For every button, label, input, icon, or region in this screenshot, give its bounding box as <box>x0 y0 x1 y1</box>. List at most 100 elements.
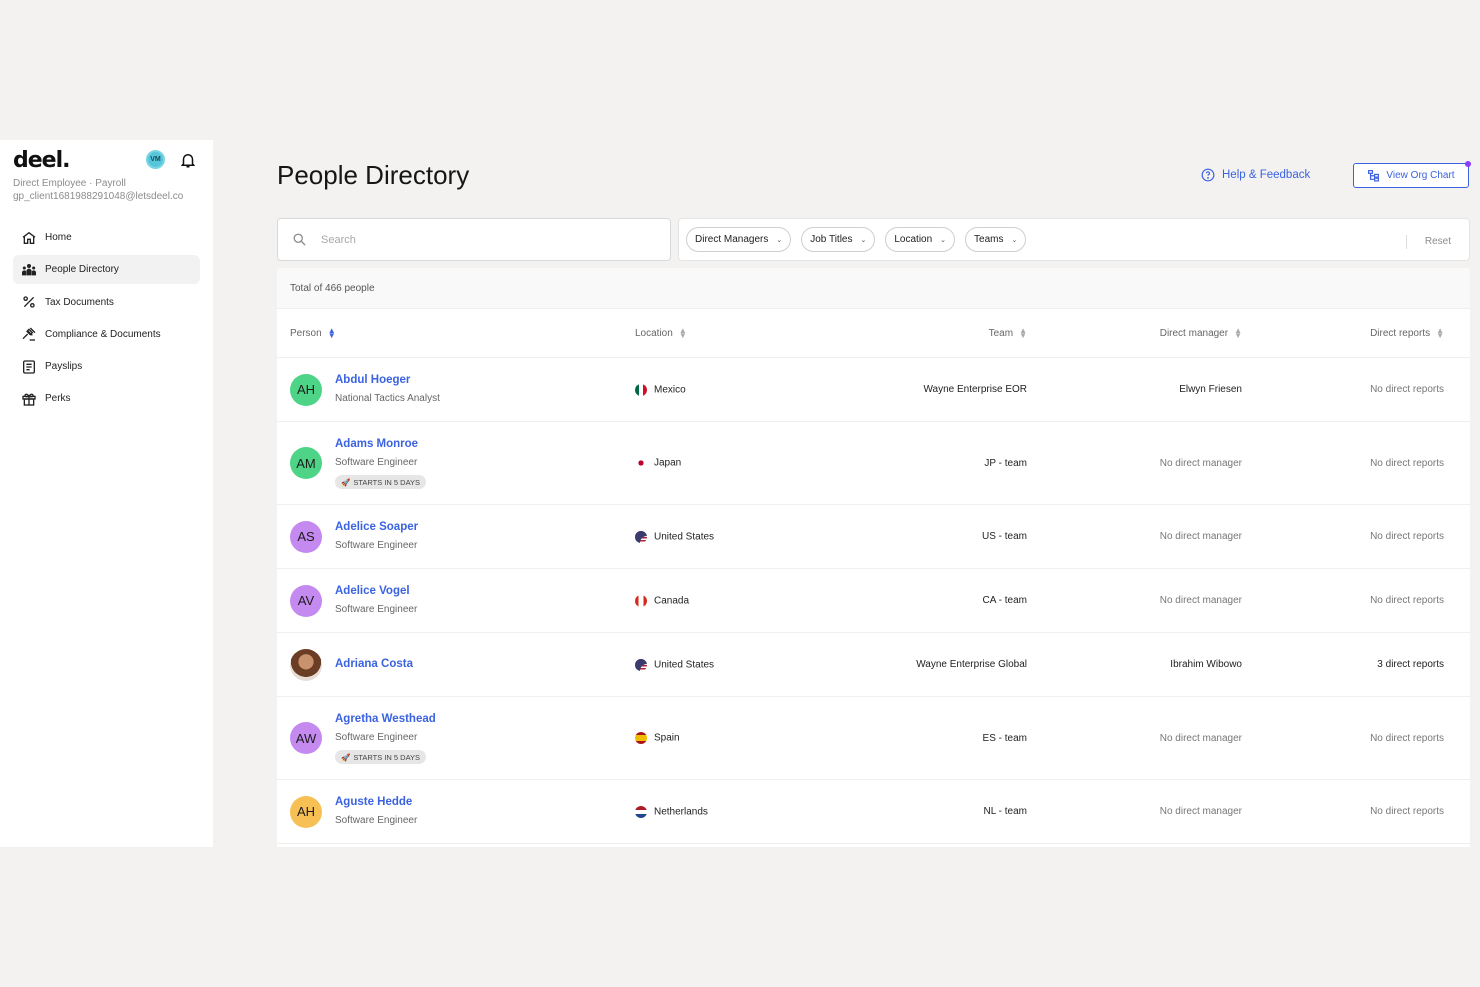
help-feedback-label: Help & Feedback <box>1222 169 1311 181</box>
sort-icon: ▲ ▼ <box>678 325 687 340</box>
header-reports[interactable]: Direct reports ▲ ▼ <box>1242 326 1457 339</box>
total-count: Total of 466 people <box>277 268 1470 308</box>
sort-icon: ▲ ▼ <box>1234 325 1242 340</box>
gavel-icon <box>22 327 36 342</box>
person-name[interactable]: Abdul Hoeger <box>335 373 440 388</box>
location-cell: United States <box>635 658 882 671</box>
avatar[interactable]: AM <box>290 447 322 479</box>
sidebar-item-label: Perks <box>45 393 71 405</box>
sidebar-item-people-directory[interactable]: People Directory <box>13 255 200 285</box>
avatar[interactable]: AH <box>290 373 322 406</box>
notification-dot <box>1465 161 1471 167</box>
table-row[interactable]: AW Agretha Westhead Software Engineer 🚀 S… <box>277 697 1470 780</box>
gift-icon <box>22 393 36 406</box>
person-cell: AH Abdul Hoeger National Tactics Analyst <box>277 373 635 406</box>
location-cell: Canada <box>635 594 882 607</box>
sort-icon: ▲ ▼ <box>1019 325 1027 340</box>
person-name[interactable]: Adams Monroe <box>335 437 426 452</box>
person-cell: AS Adelice Soaper Software Engineer <box>277 520 635 553</box>
team-cell: NL - team <box>983 806 1027 817</box>
help-feedback-link[interactable]: Help & Feedback <box>1201 168 1310 182</box>
location-text: Netherlands <box>654 806 708 818</box>
sidebar-top-icons: VM <box>146 150 197 169</box>
header-location[interactable]: Location ▲ ▼ <box>635 325 882 340</box>
flag-icon <box>635 658 647 671</box>
flag-icon <box>635 530 647 543</box>
filter-job-titles[interactable]: Job Titles ⌄ <box>801 227 876 252</box>
view-org-chart-label: View Org Chart <box>1386 170 1455 181</box>
filter-direct-managers[interactable]: Direct Managers ⌄ <box>686 227 792 252</box>
table-row[interactable]: AH Abdul Hoeger National Tactics Analyst… <box>277 358 1470 422</box>
person-cell: AW Agretha Westhead Software Engineer 🚀 S… <box>277 712 635 764</box>
team-cell: US - team <box>981 531 1027 542</box>
sidebar-item-home[interactable]: Home <box>13 223 200 252</box>
sidebar-item-label: People Directory <box>45 264 119 276</box>
sidebar-item-compliance-documents[interactable]: Compliance & Documents <box>13 320 200 349</box>
reports-cell: No direct reports <box>1370 531 1444 542</box>
account-type: Direct Employee · Payroll <box>13 178 126 189</box>
sidebar-item-perks[interactable]: Perks <box>13 384 200 413</box>
filter-location[interactable]: Location ⌄ <box>885 227 956 252</box>
sidebar-item-payslips[interactable]: Payslips <box>13 352 200 381</box>
location-text: United States <box>654 659 715 671</box>
manager-cell: No direct manager <box>1159 732 1242 744</box>
org-chart-icon <box>1368 170 1380 182</box>
header-team[interactable]: Team ▲ ▼ <box>882 325 1027 340</box>
reset-filters-button[interactable]: Reset <box>1405 235 1451 249</box>
avatar[interactable]: AS <box>290 520 322 553</box>
team-cell: Wayne Enterprise Global <box>916 659 1027 670</box>
person-name[interactable]: Agretha Westhead <box>335 712 436 727</box>
location-text: Spain <box>654 732 680 744</box>
avatar[interactable] <box>290 648 322 681</box>
header-person-label: Person <box>290 327 322 339</box>
person-info: Agretha Westhead Software Engineer 🚀 STAR… <box>335 712 436 764</box>
reports-cell: No direct reports <box>1370 806 1444 817</box>
status-badge: 🚀 STARTS IN 5 DAYS <box>335 750 427 764</box>
help-circle-icon <box>1201 168 1215 182</box>
user-avatar[interactable]: VM <box>146 150 165 169</box>
manager-cell: Elwyn Friesen <box>1179 384 1242 395</box>
avatar[interactable]: AH <box>290 795 322 828</box>
header-person[interactable]: Person ▲ ▼ <box>277 326 635 339</box>
badge-text: STARTS IN 5 DAYS <box>353 477 421 487</box>
bell-icon[interactable] <box>179 151 197 169</box>
person-name[interactable]: Aguste Hedde <box>335 795 417 810</box>
location-text: Canada <box>654 595 690 607</box>
location-text: Japan <box>654 457 682 469</box>
person-title: Software Engineer <box>335 815 418 826</box>
rocket-icon: 🚀 <box>341 477 351 487</box>
filter-bar: Direct Managers ⌄ Job Titles ⌄ Location ⌄ T… <box>678 218 1470 261</box>
header-location-label: Location <box>635 327 673 339</box>
table-row[interactable]: AS Adelice Soaper Software Engineer Unit… <box>277 505 1470 569</box>
person-name[interactable]: Adriana Costa <box>335 657 413 672</box>
sidebar-item-tax-documents[interactable]: Tax Documents <box>13 288 200 317</box>
avatar[interactable]: AV <box>290 584 322 617</box>
table-row[interactable]: AM Adams Monroe Software Engineer 🚀 START… <box>277 422 1470 505</box>
flag-icon <box>635 457 647 469</box>
table-row[interactable]: AV Adelice Vogel Software Engineer Canad… <box>277 569 1470 633</box>
search-icon <box>293 233 306 246</box>
location-text: United States <box>654 531 715 543</box>
person-name[interactable]: Adelice Soaper <box>335 520 418 535</box>
filter-label: Teams <box>974 234 1004 245</box>
person-name[interactable]: Adelice Vogel <box>335 584 417 599</box>
location-cell: Netherlands <box>635 805 882 818</box>
table-row[interactable]: AH Aguste Hedde Software Engineer Nether… <box>277 780 1470 844</box>
filter-label: Location <box>894 234 933 245</box>
header-team-label: Team <box>988 327 1014 339</box>
person-info: Adriana Costa <box>335 657 413 672</box>
table-row[interactable]: Adriana Costa United States Wayne Enterp… <box>277 633 1470 697</box>
filter-teams[interactable]: Teams ⌄ <box>965 227 1027 252</box>
header-manager[interactable]: Direct manager ▲ ▼ <box>1027 325 1242 340</box>
main-content: People Directory Help & Feedback View Or… <box>213 140 1480 847</box>
sidebar: deel. VM Direct Employee · Payroll gp_cl… <box>0 140 213 847</box>
view-org-chart-button[interactable]: View Org Chart <box>1353 161 1471 188</box>
person-info: Adams Monroe Software Engineer 🚀 STARTS I… <box>335 437 427 489</box>
avatar[interactable]: AW <box>290 722 322 754</box>
chevron-down-icon: ⌄ <box>860 236 867 244</box>
location-cell: Japan <box>635 457 882 469</box>
table-body: AH Abdul Hoeger National Tactics Analyst… <box>277 358 1470 844</box>
flag-icon <box>635 805 647 818</box>
location-text: Mexico <box>654 384 686 396</box>
search-input[interactable] <box>321 233 621 246</box>
